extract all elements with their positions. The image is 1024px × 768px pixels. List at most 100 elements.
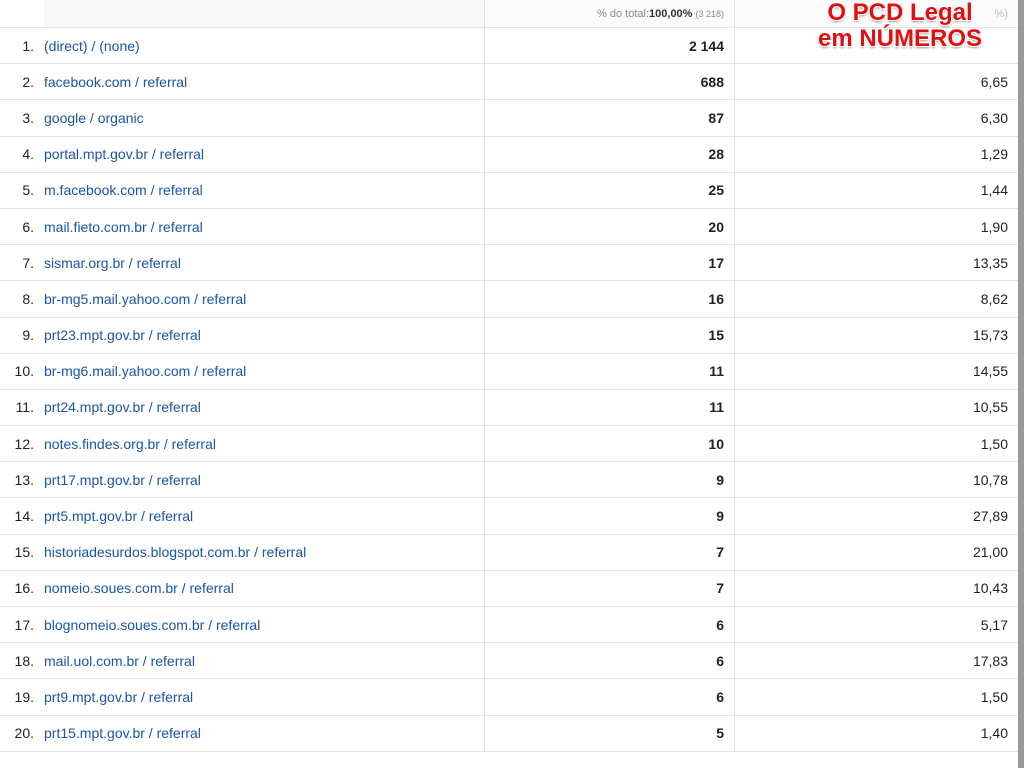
table-row: 16. nomeio.soues.com.br / referral 7 10,43 — [0, 570, 1018, 607]
banner-line-1: O PCD Legal — [827, 0, 973, 26]
table-row: 5. m.facebook.com / referral 25 1,44 — [0, 172, 1018, 209]
row-index: 6. — [22, 218, 34, 235]
row-index: 11. — [15, 399, 34, 416]
sessions-value: 6 — [484, 607, 735, 643]
source-medium-link[interactable]: portal.mpt.gov.br / referral — [44, 146, 204, 162]
rate-value: 13,35 — [972, 254, 1008, 271]
sessions-value: 11 — [484, 353, 735, 389]
banner-line-2: em NÚMEROS — [817, 25, 983, 52]
rate-value: 17,83 — [972, 652, 1008, 669]
rate-value: 6,30 — [980, 109, 1008, 126]
source-medium-link[interactable]: prt5.mpt.gov.br / referral — [44, 508, 193, 524]
source-medium-link[interactable]: prt9.mpt.gov.br / referral — [44, 689, 193, 705]
row-index: 13. — [14, 471, 34, 488]
rate-value: 10,55 — [972, 399, 1008, 416]
source-medium-link[interactable]: historiadesurdos.blogspot.com.br / refer… — [44, 544, 306, 560]
source-medium-link[interactable]: br-mg6.mail.yahoo.com / referral — [44, 363, 246, 379]
sessions-value: 5 — [484, 715, 735, 751]
sessions-value: 6 — [484, 643, 735, 679]
sessions-value: 10 — [484, 426, 735, 462]
row-index: 7. — [22, 254, 34, 271]
sessions-value: 6 — [484, 679, 735, 715]
sessions-value: 87 — [484, 100, 735, 136]
source-medium-link[interactable]: notes.findes.org.br / referral — [44, 436, 216, 452]
source-medium-link[interactable]: prt23.mpt.gov.br / referral — [44, 327, 201, 343]
source-medium-link[interactable]: prt15.mpt.gov.br / referral — [44, 725, 201, 741]
row-index: 4. — [22, 146, 34, 163]
row-index: 5. — [22, 182, 34, 199]
source-medium-link[interactable]: sismar.org.br / referral — [44, 255, 181, 271]
row-index: 16. — [14, 580, 34, 597]
sessions-value: 25 — [484, 172, 735, 208]
row-index: 1. — [22, 37, 34, 54]
table-row: 4. portal.mpt.gov.br / referral 28 1,29 — [0, 136, 1018, 173]
sessions-value: 17 — [484, 245, 735, 281]
table-row: 13. prt17.mpt.gov.br / referral 9 10,78 — [0, 462, 1018, 499]
traffic-sources-table: % do total: 100,00% (3 218) %) 1. (direct)… — [0, 0, 1018, 752]
sessions-total-pct: 100,00% — [649, 7, 693, 20]
source-medium-link[interactable]: mail.fieto.com.br / referral — [44, 219, 203, 235]
sessions-value: 7 — [484, 570, 735, 606]
source-medium-link[interactable]: mail.uol.com.br / referral — [44, 653, 195, 669]
rate-value: 1,50 — [980, 435, 1008, 452]
sessions-value: 7 — [484, 534, 735, 570]
row-index: 10. — [14, 363, 34, 380]
row-index: 2. — [22, 73, 34, 90]
rate-value: 5,17 — [980, 616, 1008, 633]
rate-value: 1,90 — [980, 218, 1008, 235]
sessions-total-count: (3 218) — [695, 8, 724, 19]
table-row: 2. facebook.com / referral 688 6,65 — [0, 64, 1018, 101]
source-medium-link[interactable]: (direct) / (none) — [44, 38, 140, 54]
rate-value: 1,50 — [980, 688, 1008, 705]
table-row: 12. notes.findes.org.br / referral 10 1,50 — [0, 426, 1018, 463]
source-medium-link[interactable]: nomeio.soues.com.br / referral — [44, 580, 234, 596]
sessions-value: 11 — [484, 389, 735, 426]
row-index: 20. — [14, 725, 34, 742]
table-row: 3. google / organic 87 6,30 — [0, 100, 1018, 137]
table-row: 19. prt9.mpt.gov.br / referral 6 1,50 — [0, 679, 1018, 716]
table-row: 17. blognomeio.soues.com.br / referral 6 5,… — [0, 607, 1018, 644]
table-row: 15. historiadesurdos.blogspot.com.br / re… — [0, 534, 1018, 571]
table-row: 10. br-mg6.mail.yahoo.com / referral 11 14,… — [0, 353, 1018, 390]
rate-value: 8,62 — [980, 290, 1008, 307]
table-row: 7. sismar.org.br / referral 17 13,35 — [0, 245, 1018, 282]
rate-value: 14,55 — [972, 363, 1008, 380]
table-row: 20. prt15.mpt.gov.br / referral 5 1,40 — [0, 715, 1018, 752]
row-index: 14. — [14, 508, 34, 525]
rate-value: 15,73 — [972, 327, 1008, 344]
right-edge-strip — [1018, 0, 1024, 768]
rate-value: 10,43 — [972, 580, 1008, 597]
source-medium-link[interactable]: blognomeio.soues.com.br / referral — [44, 617, 260, 633]
table-body: 1. (direct) / (none) 2 144 2. facebook.com /… — [0, 28, 1018, 752]
source-medium-link[interactable]: facebook.com / referral — [44, 74, 187, 90]
sessions-value: 16 — [484, 281, 735, 317]
table-row: 6. mail.fieto.com.br / referral 20 1,90 — [0, 208, 1018, 246]
row-index: 3. — [22, 109, 34, 126]
sessions-value: 20 — [484, 208, 735, 245]
sessions-value: 28 — [484, 136, 735, 172]
sessions-total-prefix: % do total: — [597, 7, 650, 20]
source-medium-link[interactable]: prt17.mpt.gov.br / referral — [44, 472, 201, 488]
row-index: 15. — [14, 544, 34, 561]
row-index: 12. — [14, 435, 34, 452]
rate-value: 1,40 — [980, 725, 1008, 742]
source-medium-link[interactable]: br-mg5.mail.yahoo.com / referral — [44, 291, 246, 307]
sessions-value: 2 144 — [484, 28, 735, 64]
sessions-value: 15 — [484, 317, 735, 353]
rate-value: 1,44 — [980, 182, 1008, 199]
source-medium-link[interactable]: m.facebook.com / referral — [44, 182, 203, 198]
rate-value: 21,00 — [972, 544, 1008, 561]
source-medium-link[interactable]: google / organic — [44, 110, 144, 126]
sessions-value: 9 — [484, 462, 735, 498]
source-medium-link[interactable]: prt24.mpt.gov.br / referral — [44, 399, 201, 415]
rate-value: 10,78 — [972, 471, 1008, 488]
table-row: 18. mail.uol.com.br / referral 6 17,83 — [0, 643, 1018, 680]
table-row: 9. prt23.mpt.gov.br / referral 15 15,73 — [0, 317, 1018, 354]
table-row: 11. prt24.mpt.gov.br / referral 11 10,55 — [0, 389, 1018, 427]
row-index: 9. — [22, 327, 34, 344]
sessions-value: 9 — [484, 498, 735, 534]
table-row: 8. br-mg5.mail.yahoo.com / referral 16 8,62 — [0, 281, 1018, 318]
row-index: 19. — [14, 688, 34, 705]
pcd-legal-banner: O PCD Legal em NÚMEROS — [790, 0, 1010, 52]
header-source-cell — [44, 0, 484, 27]
